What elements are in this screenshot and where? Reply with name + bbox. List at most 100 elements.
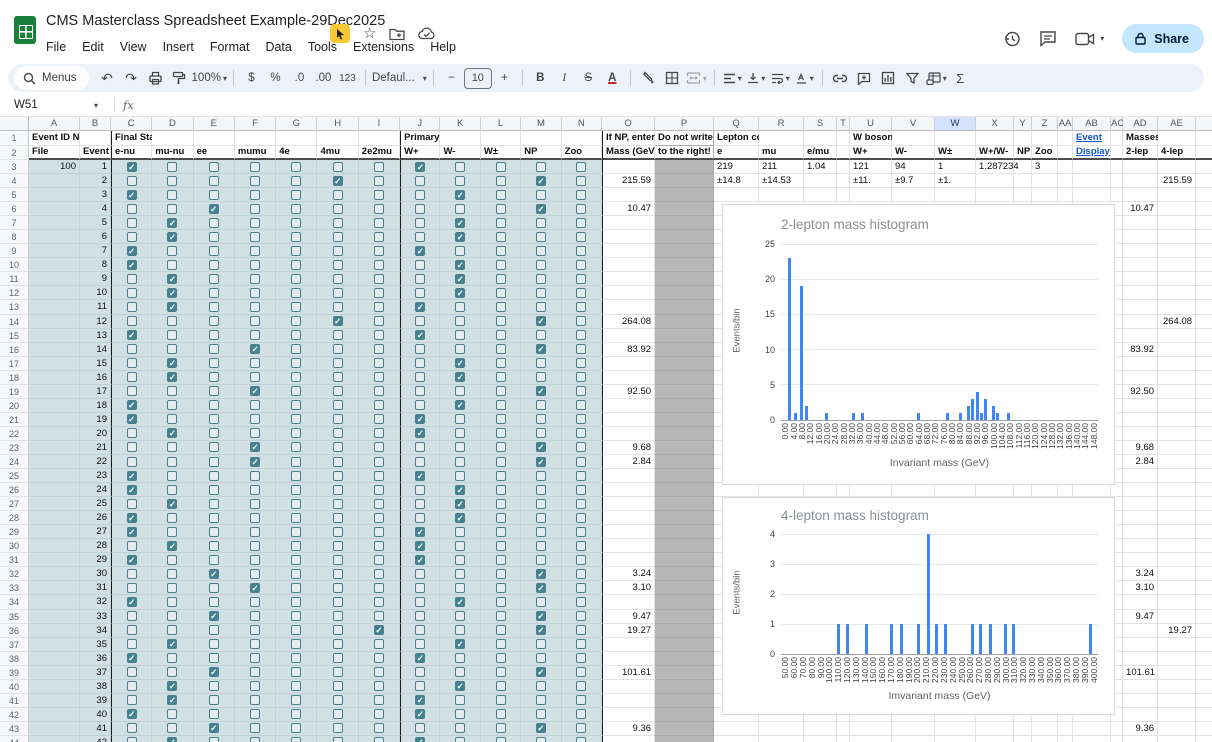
cell-G3[interactable]: [276, 160, 317, 174]
cell-A29[interactable]: [29, 525, 80, 539]
checkbox[interactable]: [374, 499, 384, 509]
cell-F19[interactable]: ✓: [235, 385, 276, 399]
cell-F7[interactable]: [235, 216, 276, 230]
cell-I35[interactable]: [359, 610, 400, 624]
cell-AB43[interactable]: [1073, 722, 1111, 736]
checkbox[interactable]: [209, 176, 219, 186]
cell-M7[interactable]: [521, 216, 561, 230]
cell-O6[interactable]: 10.47: [602, 202, 655, 216]
cell-F13[interactable]: [235, 300, 276, 314]
checkbox[interactable]: [333, 709, 343, 719]
cell-H1[interactable]: [317, 131, 358, 146]
column-header-V[interactable]: V: [892, 117, 935, 131]
checkbox-checked[interactable]: ✓: [536, 611, 546, 621]
row-header-40[interactable]: 40: [0, 680, 29, 694]
checkbox[interactable]: [250, 176, 260, 186]
checkbox[interactable]: [250, 555, 260, 565]
checkbox[interactable]: [250, 499, 260, 509]
cell-O12[interactable]: [602, 286, 655, 300]
cell-J40[interactable]: [400, 680, 440, 694]
cell-I19[interactable]: [359, 385, 400, 399]
cell-E9[interactable]: [194, 244, 235, 258]
checkbox[interactable]: [496, 358, 506, 368]
checkbox[interactable]: [496, 302, 506, 312]
cell-K38[interactable]: [440, 652, 480, 666]
cell-F12[interactable]: [235, 286, 276, 300]
checkbox[interactable]: [415, 386, 425, 396]
cell-Q4[interactable]: ±14.8: [714, 174, 759, 188]
checkbox[interactable]: [374, 442, 384, 452]
cell-F1[interactable]: [235, 131, 276, 146]
checkbox[interactable]: [209, 597, 219, 607]
checkbox[interactable]: [333, 218, 343, 228]
checkbox[interactable]: [250, 372, 260, 382]
cell-AE39[interactable]: [1158, 666, 1196, 680]
cell-G23[interactable]: [276, 441, 317, 455]
cell-K24[interactable]: [440, 455, 480, 469]
cell-M27[interactable]: [521, 497, 561, 511]
cell-AD33[interactable]: 3.10: [1123, 581, 1158, 595]
cell-D21[interactable]: [152, 413, 193, 427]
checkbox[interactable]: [167, 653, 177, 663]
checkbox[interactable]: [333, 485, 343, 495]
cell-C11[interactable]: [111, 272, 152, 286]
zoom-select[interactable]: 100%▾: [192, 66, 227, 90]
cell-F44[interactable]: [235, 736, 276, 742]
checkbox[interactable]: [333, 611, 343, 621]
cell-N23[interactable]: [562, 441, 602, 455]
checkbox-checked[interactable]: ✓: [167, 428, 177, 438]
checkbox[interactable]: [250, 204, 260, 214]
row-header-28[interactable]: 28: [0, 511, 29, 525]
cell-H27[interactable]: [317, 497, 358, 511]
cell-A27[interactable]: [29, 497, 80, 511]
checkbox[interactable]: [455, 625, 465, 635]
cell-F18[interactable]: [235, 371, 276, 385]
cell-E17[interactable]: [194, 357, 235, 371]
checkbox-checked[interactable]: ✓: [455, 288, 465, 298]
cell-H16[interactable]: [317, 343, 358, 357]
cell-Z5[interactable]: [1032, 188, 1058, 202]
row-header-3[interactable]: 3: [0, 160, 29, 174]
row-header-22[interactable]: 22: [0, 427, 29, 441]
cell-K2[interactable]: W-: [440, 146, 480, 161]
checkbox[interactable]: [250, 330, 260, 340]
cell-H25[interactable]: [317, 469, 358, 483]
checkbox[interactable]: [250, 246, 260, 256]
checkbox[interactable]: [333, 527, 343, 537]
cell-N40[interactable]: [562, 680, 602, 694]
checkbox[interactable]: [291, 695, 301, 705]
cell-H24[interactable]: [317, 455, 358, 469]
cell-I2[interactable]: 2e2mu: [359, 146, 400, 161]
checkbox[interactable]: [333, 737, 343, 742]
cell-I11[interactable]: [359, 272, 400, 286]
cell-B17[interactable]: 15: [80, 357, 111, 371]
cell-H15[interactable]: [317, 329, 358, 343]
cell-P4[interactable]: [655, 174, 714, 188]
cell-AD16[interactable]: 83.92: [1123, 343, 1158, 357]
cell-D25[interactable]: [152, 469, 193, 483]
cell-J28[interactable]: [400, 511, 440, 525]
cell-E38[interactable]: [194, 652, 235, 666]
checkbox[interactable]: [127, 204, 137, 214]
checkbox-checked[interactable]: ✓: [455, 681, 465, 691]
checkbox[interactable]: [455, 667, 465, 677]
checkbox-checked[interactable]: ✓: [167, 681, 177, 691]
checkbox[interactable]: [127, 569, 137, 579]
checkbox-checked[interactable]: ✓: [127, 485, 137, 495]
checkbox[interactable]: [536, 162, 546, 172]
cell-L18[interactable]: [481, 371, 521, 385]
cell-K8[interactable]: ✓: [440, 230, 480, 244]
cell-J42[interactable]: ✓: [400, 708, 440, 722]
cell-F16[interactable]: ✓: [235, 343, 276, 357]
checkbox-checked[interactable]: ✓: [415, 414, 425, 424]
column-header-P[interactable]: P: [655, 117, 714, 131]
checkbox-checked[interactable]: ✓: [209, 204, 219, 214]
checkbox[interactable]: [127, 288, 137, 298]
cell-X43[interactable]: [976, 722, 1014, 736]
cell-M21[interactable]: [521, 413, 561, 427]
checkbox[interactable]: [209, 288, 219, 298]
cell-I30[interactable]: [359, 539, 400, 553]
cell-H23[interactable]: [317, 441, 358, 455]
checkbox[interactable]: [250, 681, 260, 691]
cell-D39[interactable]: [152, 666, 193, 680]
